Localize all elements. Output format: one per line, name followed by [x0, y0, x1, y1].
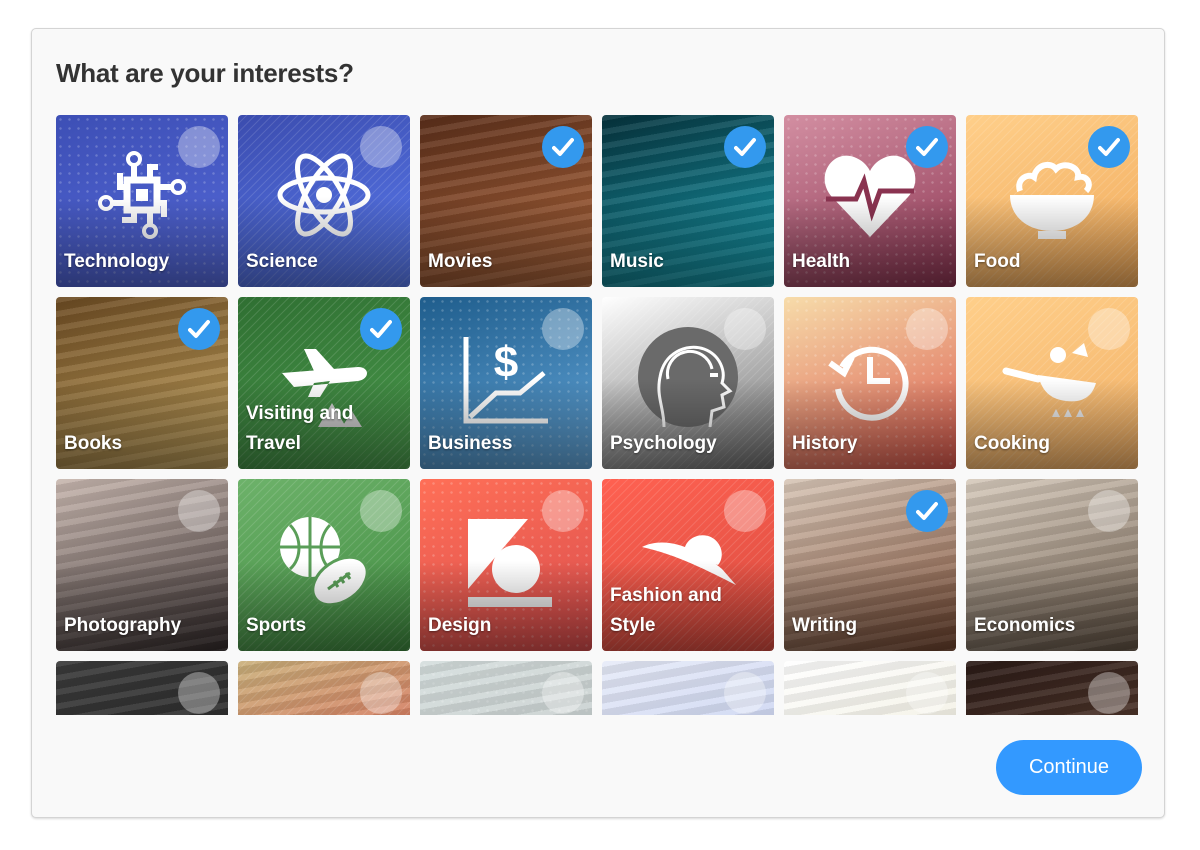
- interest-tile-science[interactable]: Science: [238, 115, 410, 287]
- interest-tile-technology[interactable]: Technology: [56, 115, 228, 287]
- checkmark-icon: [916, 502, 938, 520]
- interest-tile-keyboard-photo[interactable]: [784, 661, 956, 715]
- checkmark-icon: [552, 138, 574, 156]
- interest-label: Psychology: [610, 433, 717, 454]
- checkmark-icon: [188, 320, 210, 338]
- unselected-circle-icon[interactable]: [360, 126, 402, 168]
- selected-check-icon[interactable]: [1088, 126, 1130, 168]
- unselected-circle-icon[interactable]: [178, 126, 220, 168]
- interest-tile-food[interactable]: Food: [966, 115, 1138, 287]
- interest-tile-health[interactable]: Health: [784, 115, 956, 287]
- interest-label: Sports: [246, 615, 307, 636]
- continue-button[interactable]: Continue: [996, 740, 1142, 795]
- interest-tile-economics[interactable]: Economics: [966, 479, 1138, 651]
- unselected-circle-icon[interactable]: [178, 490, 220, 532]
- unselected-circle-icon[interactable]: [1088, 672, 1130, 714]
- unselected-circle-icon[interactable]: [360, 490, 402, 532]
- interest-tile-photography[interactable]: Photography: [56, 479, 228, 651]
- interest-tile-budget-paper-photo[interactable]: [602, 661, 774, 715]
- selected-check-icon[interactable]: [906, 490, 948, 532]
- interest-tile-psychology[interactable]: Psychology: [602, 297, 774, 469]
- interest-tile-music[interactable]: Music: [602, 115, 774, 287]
- interest-label: Writing: [792, 615, 858, 636]
- interest-tile-movies[interactable]: Movies: [420, 115, 592, 287]
- unselected-circle-icon[interactable]: [1088, 308, 1130, 350]
- unselected-circle-icon[interactable]: [906, 672, 948, 714]
- unselected-circle-icon[interactable]: [1088, 490, 1130, 532]
- unselected-circle-icon[interactable]: [542, 490, 584, 532]
- interest-label: Technology: [64, 251, 170, 272]
- interest-label: Cooking: [974, 433, 1050, 454]
- interests-scroll-area[interactable]: Technology Science Movies Music Health Food Bo…: [56, 115, 1140, 715]
- interest-label: Music: [610, 251, 664, 272]
- interest-tile-grey-pattern[interactable]: [420, 661, 592, 715]
- interest-tile-writing[interactable]: Writing: [784, 479, 956, 651]
- page-title: What are your interests?: [56, 58, 354, 88]
- interest-label: Photography: [64, 615, 182, 636]
- interest-tile-sports[interactable]: Sports: [238, 479, 410, 651]
- unselected-circle-icon[interactable]: [178, 672, 220, 714]
- interest-tile-books[interactable]: Books: [56, 297, 228, 469]
- interest-tile-design[interactable]: Design: [420, 479, 592, 651]
- interest-label: Food: [974, 251, 1021, 272]
- unselected-circle-icon[interactable]: [542, 308, 584, 350]
- unselected-circle-icon[interactable]: [724, 672, 766, 714]
- interest-tile-people-photo[interactable]: [966, 661, 1138, 715]
- selected-check-icon[interactable]: [178, 308, 220, 350]
- interest-label: Movies: [428, 251, 493, 272]
- checkmark-icon: [370, 320, 392, 338]
- interest-label: Books: [64, 433, 123, 454]
- interest-tile-visiting-and-travel[interactable]: Visiting and Travel: [238, 297, 410, 469]
- checkmark-icon: [916, 138, 938, 156]
- checkmark-icon: [734, 138, 756, 156]
- unselected-circle-icon[interactable]: [906, 308, 948, 350]
- interest-label: Fashion and Style: [610, 585, 722, 636]
- checkmark-icon: [1098, 138, 1120, 156]
- interest-label: Economics: [974, 615, 1076, 636]
- unselected-circle-icon[interactable]: [724, 308, 766, 350]
- interest-tile-chalkboard-photo[interactable]: [56, 661, 228, 715]
- interest-label: Visiting and Travel: [246, 403, 354, 454]
- selected-check-icon[interactable]: [360, 308, 402, 350]
- interests-dialog: What are your interests? Technology Scien…: [31, 28, 1165, 818]
- interest-tile-business[interactable]: $ Business: [420, 297, 592, 469]
- unselected-circle-icon[interactable]: [542, 672, 584, 714]
- unselected-circle-icon[interactable]: [724, 490, 766, 532]
- interest-label: Health: [792, 251, 851, 272]
- interests-grid: Technology Science Movies Music Health Food Bo…: [56, 115, 1140, 715]
- interest-tile-cooking[interactable]: Cooking: [966, 297, 1138, 469]
- selected-check-icon[interactable]: [906, 126, 948, 168]
- interest-tile-history[interactable]: History: [784, 297, 956, 469]
- interest-label: Science: [246, 251, 318, 272]
- interest-label: Design: [428, 615, 492, 636]
- interest-tile-red-tan-pattern[interactable]: [238, 661, 410, 715]
- selected-check-icon[interactable]: [724, 126, 766, 168]
- unselected-circle-icon[interactable]: [360, 672, 402, 714]
- interest-tile-fashion-and-style[interactable]: Fashion and Style: [602, 479, 774, 651]
- interest-label: Business: [428, 433, 513, 454]
- interest-label: History: [792, 433, 858, 454]
- selected-check-icon[interactable]: [542, 126, 584, 168]
